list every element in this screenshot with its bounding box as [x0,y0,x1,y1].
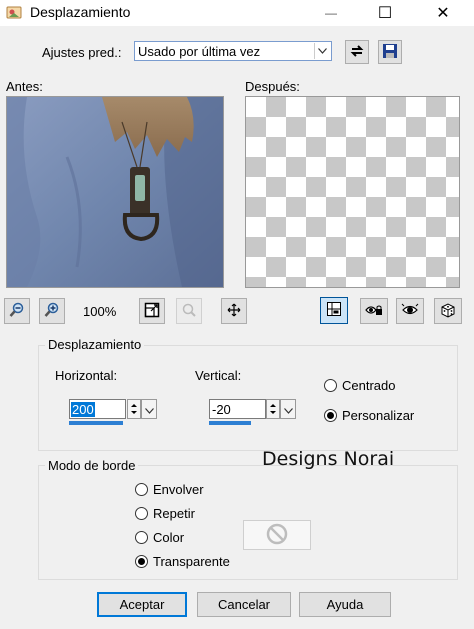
color-swatch-disabled[interactable] [243,520,311,550]
center-label[interactable]: Centrado [342,378,395,393]
center-radio[interactable] [324,379,337,392]
no-symbol-icon [266,523,288,548]
window-title: Desplazamiento [30,4,131,20]
title-bar: Desplazamiento — ☐ ✕ [0,0,474,26]
horizontal-dropdown-button[interactable] [141,399,157,419]
color-radio[interactable] [135,531,148,544]
vertical-range-bar[interactable] [209,421,251,425]
vertical-label: Vertical: [195,368,242,383]
dice-icon [440,302,456,321]
custom-label[interactable]: Personalizar [342,408,414,423]
vertical-value: -20 [212,402,231,417]
reset-arrow-icon [349,43,365,62]
chevron-down-icon[interactable] [314,43,330,59]
offset-group-title: Desplazamiento [45,337,145,352]
transparent-label[interactable]: Transparente [153,554,230,569]
pan-button[interactable] [221,298,247,324]
zoom-disabled-button[interactable] [176,298,202,324]
after-preview-image[interactable] [245,96,460,288]
presets-selected: Usado por última vez [138,44,261,59]
actual-size-icon [144,302,160,321]
zoom-level: 100% [83,304,117,319]
horizontal-value: 200 [71,402,95,417]
vertical-dropdown-button[interactable] [280,399,296,419]
transparent-radio[interactable] [135,555,148,568]
offset-group [38,345,458,451]
close-button[interactable]: ✕ [420,0,466,26]
split-view-icon [326,301,342,320]
presets-dropdown[interactable]: Usado por última vez [134,41,332,61]
zoom-disabled-icon [181,302,197,321]
presets-label: Ajustes pred.: [42,45,122,60]
wrap-radio[interactable] [135,483,148,496]
app-icon [6,4,22,20]
before-preview-image[interactable] [6,96,224,288]
zoom-in-icon [44,302,60,321]
help-button[interactable]: Ayuda [299,592,391,617]
horizontal-spin-buttons[interactable] [127,399,141,419]
reset-preset-button[interactable] [345,40,369,64]
vertical-spin-buttons[interactable] [266,399,280,419]
zoom-out-button[interactable] [4,298,30,324]
before-label: Antes: [6,79,43,94]
zoom-in-button[interactable] [39,298,65,324]
minimize-icon: — [325,6,337,20]
cancel-button[interactable]: Cancelar [197,592,291,617]
eye-lock-icon [365,302,383,321]
save-preset-button[interactable] [378,40,402,64]
minimize-button[interactable]: — [308,0,354,26]
proof-button[interactable] [396,298,424,324]
save-icon [382,43,398,62]
preview-on-image-button[interactable] [320,297,348,324]
ok-button[interactable]: Aceptar [97,592,187,617]
color-label[interactable]: Color [153,530,184,545]
custom-radio[interactable] [324,409,337,422]
watermark-text: Designs Norai [262,448,395,470]
edge-mode-group-title: Modo de borde [45,458,139,473]
horizontal-input[interactable]: 200 [69,399,126,419]
maximize-button[interactable]: ☐ [362,0,408,26]
chevron-down-icon [144,402,154,417]
auto-proof-button[interactable] [360,298,388,324]
randomize-button[interactable] [434,298,462,324]
after-label: Después: [245,79,300,94]
repeat-label[interactable]: Repetir [153,506,195,521]
maximize-icon: ☐ [377,5,393,22]
chevron-down-icon [283,402,293,417]
close-icon: ✕ [436,5,450,22]
zoom-out-icon [9,302,25,321]
vertical-input[interactable]: -20 [209,399,266,419]
eye-icon [401,302,419,321]
repeat-radio[interactable] [135,507,148,520]
zoom-to-actual-size-button[interactable] [139,298,165,324]
move-icon [227,303,241,320]
horizontal-range-bar[interactable] [69,421,123,425]
wrap-label[interactable]: Envolver [153,482,204,497]
horizontal-label: Horizontal: [55,368,118,383]
